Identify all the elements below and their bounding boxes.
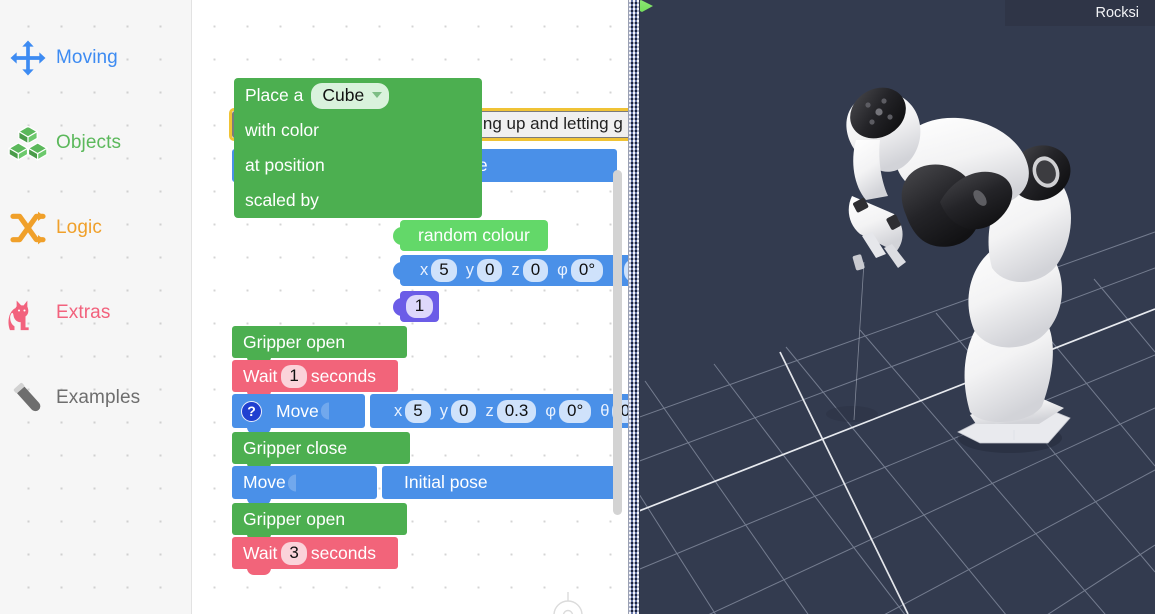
move-label: Move xyxy=(276,400,319,421)
sidebar-item-objects[interactable]: Objects xyxy=(0,109,192,177)
position-phi-field[interactable]: 0° xyxy=(570,259,604,282)
with-color-label: with color xyxy=(245,120,319,140)
move-position-value-block[interactable]: x 5 y 0 z 0.3 φ 0° θ 0° xyxy=(370,394,628,428)
zoom-to-fit-icon[interactable] xyxy=(547,588,589,614)
cubes-icon xyxy=(0,123,56,163)
block-plug-icon xyxy=(286,466,300,499)
axis-label-z: z xyxy=(511,261,520,279)
app-title: Rocksi xyxy=(1095,5,1139,21)
axis-label-phi: φ xyxy=(545,401,557,420)
gripper-close-block[interactable]: Gripper close xyxy=(232,432,410,470)
wait-block[interactable]: Wait 1 seconds xyxy=(232,360,398,398)
move-z-field[interactable]: 0.3 xyxy=(496,399,537,423)
axis-label-theta: θ xyxy=(600,401,610,420)
wait-seconds-field[interactable]: 3 xyxy=(281,541,307,565)
block-plug-icon xyxy=(319,394,333,428)
scale-value-block[interactable]: 1 xyxy=(400,291,439,322)
object-type-value: Cube xyxy=(322,84,365,105)
toolbox-sidebar[interactable]: Moving Objects Logic Extras Examples xyxy=(0,0,192,614)
wait-suffix-label: seconds xyxy=(310,542,377,563)
pose-label: Initial pose xyxy=(404,472,488,492)
move-x-field[interactable]: 5 xyxy=(405,399,431,423)
sidebar-item-label: Examples xyxy=(56,387,141,408)
random-colour-block[interactable]: random colour xyxy=(400,220,548,251)
axis-label-phi: φ xyxy=(557,261,568,279)
move-pose-block[interactable]: Move xyxy=(232,466,377,505)
help-icon[interactable]: ? xyxy=(241,400,262,422)
gripper-label: Gripper open xyxy=(243,508,346,529)
at-position-label: at position xyxy=(245,155,325,175)
sidebar-item-examples[interactable]: Examples xyxy=(0,364,192,432)
move-xyz-block[interactable]: ? Move xyxy=(232,394,365,434)
scaled-by-label: scaled by xyxy=(245,190,319,210)
wait-seconds-field[interactable]: 1 xyxy=(281,364,307,388)
place-object-block[interactable]: Place a Cube with color at position scal… xyxy=(234,78,482,218)
gripper-shadow xyxy=(826,406,878,422)
workspace-scrollbar[interactable] xyxy=(613,170,622,515)
axis-label-y: y xyxy=(439,401,448,420)
move-arrows-icon xyxy=(0,38,56,78)
panel-resize-handle[interactable] xyxy=(628,0,640,614)
chevron-down-icon xyxy=(372,92,383,98)
axis-label-x: x xyxy=(420,261,429,279)
shuffle-icon xyxy=(0,208,56,248)
wait-block[interactable]: Wait 3 seconds xyxy=(232,537,398,575)
scale-field[interactable]: 1 xyxy=(405,295,434,318)
robot-scene xyxy=(640,0,1155,614)
axis-label-z: z xyxy=(485,401,494,420)
test-tube-icon xyxy=(0,378,56,418)
sidebar-item-extras[interactable]: Extras xyxy=(0,279,192,347)
move-y-field[interactable]: 0 xyxy=(450,399,477,423)
gripper-open-block[interactable]: Gripper open xyxy=(232,326,407,364)
gripper-open-block[interactable]: Gripper open xyxy=(232,503,407,541)
gripper-label: Gripper open xyxy=(243,331,346,352)
sidebar-item-moving[interactable]: Moving xyxy=(0,24,192,92)
sidebar-item-label: Logic xyxy=(56,217,102,238)
object-type-dropdown[interactable]: Cube xyxy=(311,82,390,109)
wait-prefix-label: Wait xyxy=(243,542,278,563)
blocks-workspace[interactable]: Comment Pick & Place: picking up and let… xyxy=(192,0,628,614)
random-colour-label: random colour xyxy=(418,225,530,245)
axis-label-x: x xyxy=(394,401,403,420)
position-y-field[interactable]: 0 xyxy=(476,259,503,282)
app-titlebar: Rocksi xyxy=(1005,0,1155,26)
position-z-field[interactable]: 0 xyxy=(522,259,549,282)
sidebar-item-label: Extras xyxy=(56,302,111,323)
position-x-field[interactable]: 5 xyxy=(431,259,457,282)
sidebar-item-label: Objects xyxy=(56,132,122,153)
wait-suffix-label: seconds xyxy=(310,365,377,386)
place-a-label: Place a xyxy=(245,85,304,105)
move-phi-field[interactable]: 0° xyxy=(559,399,592,423)
sidebar-item-label: Moving xyxy=(56,47,118,68)
move-label: Move xyxy=(243,472,286,492)
initial-pose-value-block[interactable]: Initial pose xyxy=(382,466,617,499)
axis-label-y: y xyxy=(465,261,474,279)
cat-icon xyxy=(0,293,56,333)
simulation-viewport[interactable] xyxy=(640,0,1155,614)
position-value-block[interactable]: x 5 y 0 z 0 φ 0° θ 0° xyxy=(400,255,628,286)
wait-prefix-label: Wait xyxy=(243,365,278,386)
sidebar-item-logic[interactable]: Logic xyxy=(0,194,192,262)
gripper-label: Gripper close xyxy=(243,437,348,458)
